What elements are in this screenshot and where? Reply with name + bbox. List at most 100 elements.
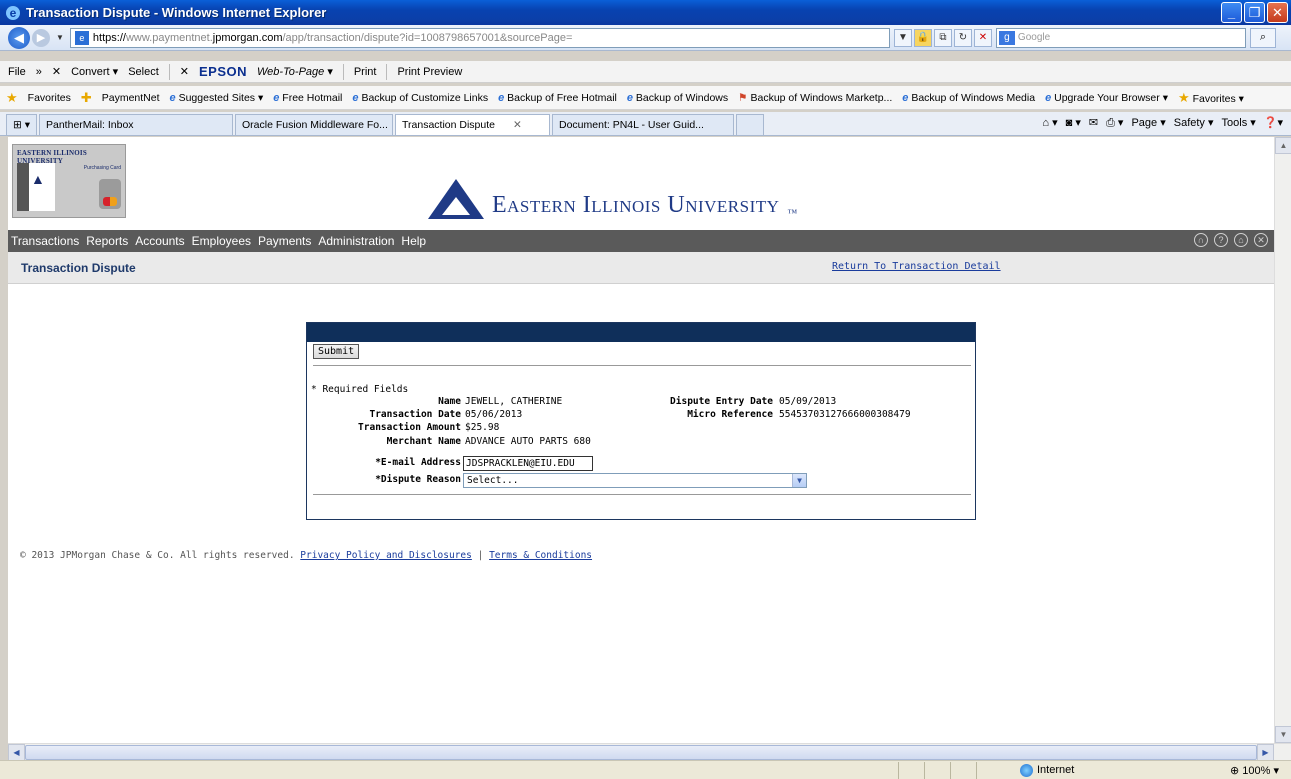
lock-icon[interactable]: 🔒: [913, 28, 932, 47]
tab-label: Transaction Dispute: [402, 119, 495, 131]
web-to-page-label: Web-To-Page: [257, 66, 325, 78]
privacy-policy-link[interactable]: Privacy Policy and Disclosures: [300, 550, 472, 561]
p-mark-icon: ▲: [17, 163, 55, 211]
vertical-scrollbar[interactable]: ▲ ▼: [1274, 137, 1291, 743]
scroll-down-icon[interactable]: ▼: [1275, 726, 1291, 743]
close-toolbar-icon[interactable]: ✕: [52, 65, 61, 78]
home-icon[interactable]: ⌂ ▾: [1042, 116, 1057, 130]
status-cell: [898, 761, 924, 779]
stop-icon[interactable]: ✕: [973, 28, 992, 47]
refresh-icon[interactable]: ↻: [953, 28, 972, 47]
close-toolbar-icon[interactable]: ✕: [180, 65, 189, 78]
maximize-button[interactable]: ❐: [1244, 2, 1265, 23]
support-icon[interactable]: ∩: [1194, 233, 1208, 247]
tab-tools: ⌂ ▾ ◙ ▾ ✉ ⎙ ▾ Page ▾ Safety ▾ Tools ▾ ❓▾: [1042, 116, 1283, 130]
print-icon[interactable]: ⎙ ▾: [1106, 116, 1123, 130]
globe-icon: [1020, 763, 1033, 777]
address-bar[interactable]: e https:// www.paymentnet. jpmorgan.com …: [69, 27, 890, 48]
logout-icon[interactable]: ✕: [1254, 233, 1268, 247]
feeds-icon[interactable]: ◙ ▾: [1066, 116, 1081, 130]
help-circle-icon[interactable]: ?: [1214, 233, 1228, 247]
purchasing-card-logo: EASTERN ILLINOIS UNIVERSITY Purchasing C…: [12, 144, 126, 218]
scroll-left-icon[interactable]: ◀: [8, 744, 25, 761]
submit-button[interactable]: Submit: [313, 344, 360, 359]
tab-label: Document: PN4L - User Guid...: [559, 119, 704, 131]
close-window-button[interactable]: ✕: [1267, 2, 1288, 23]
scroll-thumb[interactable]: [25, 745, 1257, 760]
fav-item-backup-customize-links[interactable]: e Backup of Customize Links: [352, 92, 488, 104]
back-button[interactable]: ◀: [8, 26, 30, 49]
print-button[interactable]: Print: [354, 66, 377, 78]
zoom-label: 100%: [1242, 764, 1271, 777]
compatibility-icon[interactable]: ⧉: [933, 28, 952, 47]
nav-reports[interactable]: Reports: [86, 234, 128, 248]
page-menu[interactable]: Page ▾: [1131, 116, 1165, 130]
dispute-reason-select[interactable]: Select... ▼: [463, 473, 807, 488]
fav-item-favorites[interactable]: ★ Favorites ▾: [1178, 90, 1244, 106]
nav-payments[interactable]: Payments: [258, 234, 311, 248]
chevron-right-icon[interactable]: »: [36, 66, 42, 78]
merchant-name-label: Merchant Name: [386, 436, 461, 447]
nav-employees[interactable]: Employees: [192, 234, 251, 248]
scroll-up-icon[interactable]: ▲: [1275, 137, 1291, 154]
windows-flag-icon: ⚑: [738, 91, 748, 104]
terms-link[interactable]: Terms & Conditions: [489, 550, 592, 561]
name-value: JEWELL, CATHERINE: [465, 396, 563, 407]
nav-administration[interactable]: Administration: [318, 234, 394, 248]
status-cell: [950, 761, 976, 779]
page-header: Transaction Dispute Return To Transactio…: [8, 252, 1274, 284]
close-tab-icon[interactable]: ✕: [513, 119, 522, 131]
print-preview-button[interactable]: Print Preview: [397, 66, 462, 78]
ie-page-icon: e: [1045, 91, 1052, 104]
tab-label: PantherMail: Inbox: [46, 119, 134, 131]
url-host-prefix: www.paymentnet.: [125, 31, 213, 44]
security-zone[interactable]: Internet: [1020, 763, 1074, 777]
tab-oracle-fusion[interactable]: Oracle Fusion Middleware Fo...: [235, 114, 393, 135]
transaction-amount-label: Transaction Amount: [358, 422, 461, 433]
fav-item-backup-windows-marketplace[interactable]: ⚑ Backup of Windows Marketp...: [738, 92, 892, 104]
mail-icon[interactable]: ✉: [1089, 116, 1098, 130]
search-input[interactable]: g Google: [995, 27, 1246, 48]
status-bar: Internet ⊕ 100% ▾: [0, 760, 1291, 779]
convert-button[interactable]: Convert ▾: [71, 65, 118, 78]
quick-tabs-button[interactable]: ⊞ ▾: [6, 114, 37, 135]
nav-accounts[interactable]: Accounts: [135, 234, 184, 248]
scroll-right-icon[interactable]: ▶: [1257, 744, 1274, 761]
fav-item-suggested-sites[interactable]: e Suggested Sites ▾: [170, 92, 264, 104]
new-tab-button[interactable]: [736, 114, 764, 135]
home-circle-icon[interactable]: ⌂: [1234, 233, 1248, 247]
file-menu[interactable]: File: [8, 66, 26, 78]
fav-item-paymentnet[interactable]: PaymentNet: [102, 92, 160, 104]
forward-button[interactable]: ▶: [32, 28, 50, 47]
favorites-button[interactable]: Favorites: [28, 92, 71, 104]
fav-item-upgrade-browser[interactable]: e Upgrade Your Browser ▾: [1045, 92, 1168, 104]
fav-item-free-hotmail[interactable]: e Free Hotmail: [273, 92, 342, 104]
safety-menu[interactable]: Safety ▾: [1174, 116, 1214, 130]
fav-item-backup-free-hotmail[interactable]: e Backup of Free Hotmail: [498, 92, 617, 104]
search-icon[interactable]: ⌕: [1249, 27, 1276, 48]
chevron-down-icon[interactable]: ▼: [792, 474, 806, 487]
address-dropdown-icon[interactable]: ▼: [893, 28, 912, 47]
tab-document-pn4l[interactable]: Document: PN4L - User Guid...: [552, 114, 734, 135]
micro-reference-label: Micro Reference: [687, 409, 773, 420]
return-to-transaction-link[interactable]: Return To Transaction Detail: [832, 261, 1001, 272]
nav-transactions[interactable]: Transactions: [11, 234, 79, 248]
email-field[interactable]: JDSPRACKLEN@EIU.EDU: [463, 456, 593, 471]
help-icon[interactable]: ❓▾: [1264, 116, 1283, 130]
nav-help[interactable]: Help: [401, 234, 426, 248]
transaction-date-label: Transaction Date: [369, 409, 461, 420]
horizontal-scrollbar[interactable]: ◀ ▶: [8, 743, 1291, 761]
select-button[interactable]: Select: [128, 66, 159, 78]
minimize-button[interactable]: _: [1221, 2, 1242, 23]
tools-menu[interactable]: Tools ▾: [1222, 116, 1256, 130]
web-to-page-button[interactable]: Web-To-Page ▾: [257, 65, 333, 78]
fav-item-backup-windows-media[interactable]: e Backup of Windows Media: [902, 92, 1035, 104]
tab-panthermail[interactable]: PantherMail: Inbox: [39, 114, 233, 135]
tab-transaction-dispute[interactable]: Transaction Dispute ✕: [395, 114, 550, 135]
zoom-control[interactable]: ⊕ 100% ▾: [1230, 764, 1279, 777]
dispute-entry-date-label: Dispute Entry Date: [670, 396, 773, 407]
history-dropdown-icon[interactable]: ▼: [56, 33, 64, 42]
fav-item-backup-windows[interactable]: e Backup of Windows: [627, 92, 728, 104]
url-scheme: https://: [92, 31, 126, 44]
add-favorite-icon[interactable]: ✚: [81, 90, 92, 106]
